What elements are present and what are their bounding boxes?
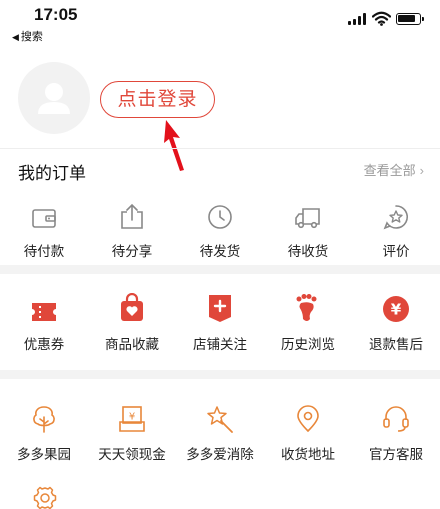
share-icon xyxy=(121,203,143,229)
tools-item-label: 多多爱消除 xyxy=(186,447,254,462)
view-all-label: 查看全部 xyxy=(363,163,416,178)
order-pending-receipt[interactable]: 待收货 xyxy=(264,200,352,260)
back-arrow-icon: ◀ xyxy=(12,32,19,42)
truck-icon xyxy=(295,208,320,229)
order-item-label: 待发货 xyxy=(199,244,241,259)
default-avatar-icon xyxy=(38,83,70,114)
tools-row: 多多果园 ¥ 天天领现金 多多爱消除 收货地址 官方客服 xyxy=(0,403,440,463)
customer-service-entry[interactable]: 官方客服 xyxy=(352,403,440,463)
cash-icon: ¥ xyxy=(119,406,145,432)
tree-icon xyxy=(33,406,55,433)
orchard-entry[interactable]: 多多果园 xyxy=(0,403,88,463)
status-bar: 17:05 ◀ 搜索 xyxy=(0,0,440,46)
back-label: 搜索 xyxy=(20,31,43,43)
favorites-item-label: 商品收藏 xyxy=(105,337,159,352)
order-item-label: 待收货 xyxy=(287,244,329,259)
product-favorites-entry[interactable]: 商品收藏 xyxy=(88,293,176,353)
coupon-icon xyxy=(32,303,56,321)
order-pending-share[interactable]: 待分享 xyxy=(88,200,176,260)
coupons-entry[interactable]: 优惠券 xyxy=(0,293,88,353)
back-to-search-link[interactable]: ◀ 搜索 xyxy=(12,28,43,44)
order-review[interactable]: 评价 xyxy=(352,200,440,260)
favorites-item-label: 退款售后 xyxy=(369,337,423,352)
orders-title: 我的订单 xyxy=(18,164,86,183)
login-button[interactable]: 点击登录 xyxy=(100,81,215,118)
favorites-row: 优惠券 商品收藏 店铺关注 历史浏览 ¥ 退款售后 xyxy=(0,293,440,353)
battery-icon xyxy=(396,13,424,25)
settings-entry[interactable] xyxy=(32,485,58,509)
tools-item-label: 收货地址 xyxy=(281,447,335,462)
store-plus-icon xyxy=(209,295,231,322)
favorites-item-label: 店铺关注 xyxy=(193,337,247,352)
footprint-icon xyxy=(296,294,317,321)
order-status-row: 待付款 待分享 待发货 待收货 评价 xyxy=(0,200,440,260)
order-item-label: 待分享 xyxy=(111,244,153,259)
settings-icon xyxy=(33,486,57,509)
store-follow-entry[interactable]: 店铺关注 xyxy=(176,293,264,353)
location-icon xyxy=(297,405,319,433)
bag-heart-icon xyxy=(121,293,143,321)
match-game-entry[interactable]: 多多爱消除 xyxy=(176,403,264,463)
browsing-history-entry[interactable]: 历史浏览 xyxy=(264,293,352,353)
avatar[interactable] xyxy=(18,62,90,134)
section-divider xyxy=(0,265,440,274)
tools-item-label: 多多果园 xyxy=(17,447,71,462)
wallet-icon xyxy=(32,209,56,228)
view-all-orders-link[interactable]: 查看全部 › xyxy=(364,160,424,179)
refund-aftersale-entry[interactable]: ¥ 退款售后 xyxy=(352,293,440,353)
tools-item-label: 天天领现金 xyxy=(98,447,166,462)
chevron-right-icon: › xyxy=(419,163,424,178)
wand-icon xyxy=(207,406,233,433)
shipping-address-entry[interactable]: 收货地址 xyxy=(264,403,352,463)
headset-icon xyxy=(383,406,409,432)
order-item-label: 评价 xyxy=(382,244,410,259)
signal-icon xyxy=(348,13,366,25)
favorites-item-label: 优惠券 xyxy=(23,337,65,352)
status-time: 17:05 xyxy=(34,5,78,24)
svg-text:¥: ¥ xyxy=(129,412,135,423)
yuan-icon: ¥ xyxy=(383,296,409,322)
order-pending-shipment[interactable]: 待发货 xyxy=(176,200,264,260)
svg-text:¥: ¥ xyxy=(391,301,402,319)
review-icon xyxy=(383,205,408,230)
clock-icon xyxy=(208,205,232,229)
tools-item-label: 官方客服 xyxy=(369,447,423,462)
daily-cash-entry[interactable]: ¥ 天天领现金 xyxy=(88,403,176,463)
order-item-label: 待付款 xyxy=(23,244,65,259)
wifi-icon xyxy=(372,11,391,26)
section-divider xyxy=(0,370,440,379)
orders-header: 我的订单 查看全部 › xyxy=(0,148,440,186)
favorites-item-label: 历史浏览 xyxy=(281,337,335,352)
order-pending-payment[interactable]: 待付款 xyxy=(0,200,88,260)
